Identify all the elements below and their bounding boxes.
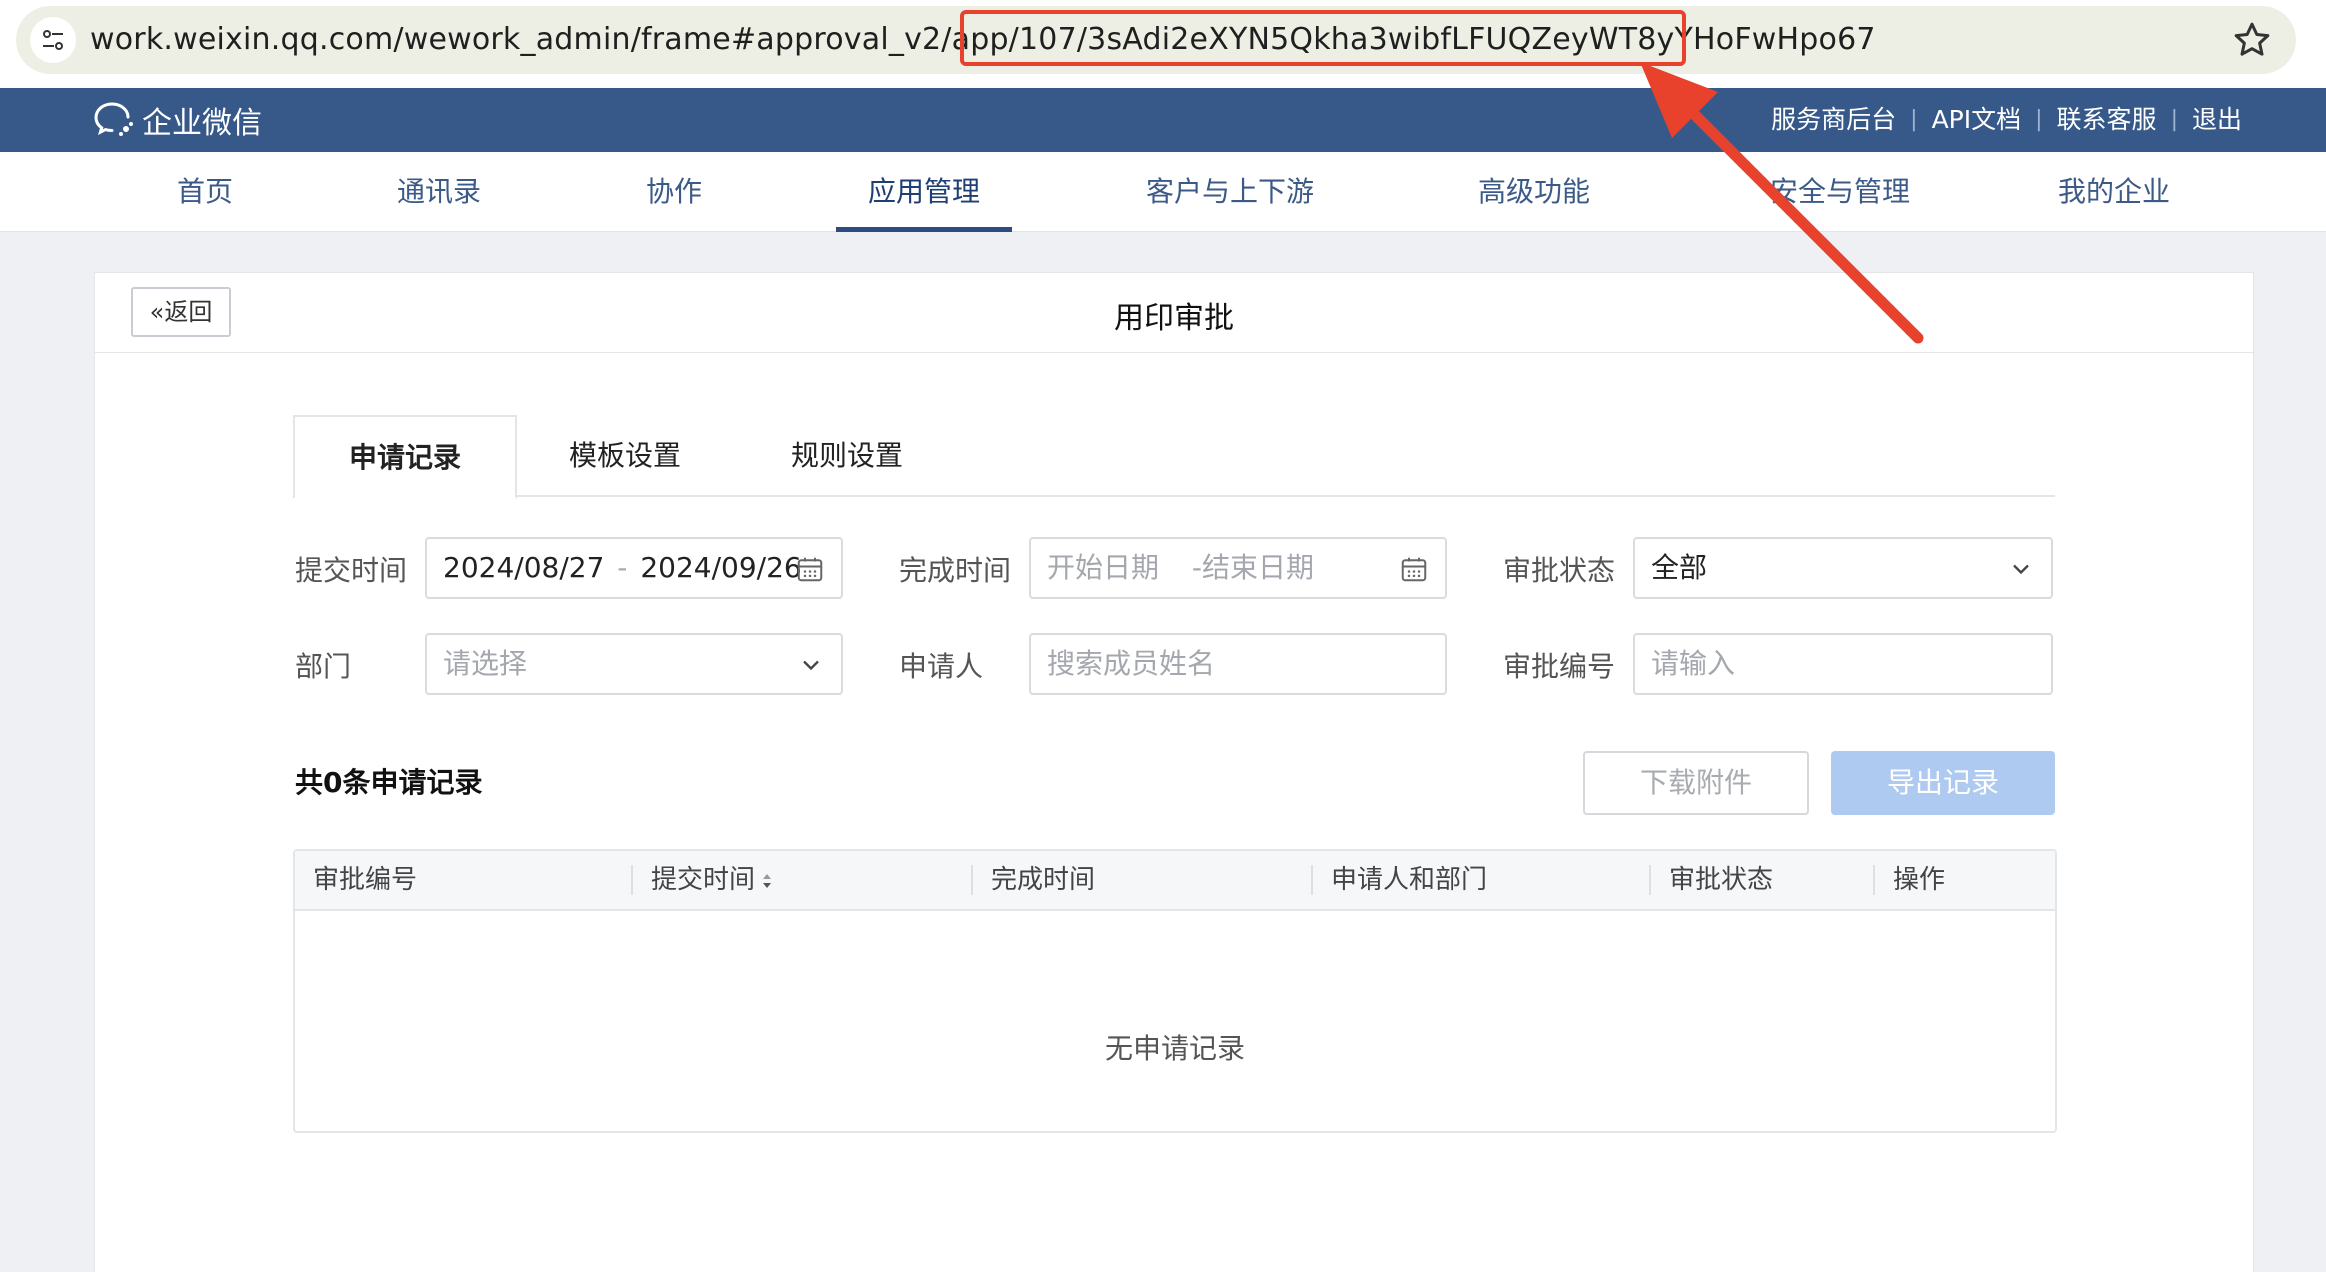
- nav-home[interactable]: 首页: [150, 152, 260, 232]
- nav-app-management[interactable]: 应用管理: [836, 152, 1012, 232]
- site-settings-icon[interactable]: [30, 17, 76, 63]
- submit-start-date: 2024/08/27: [443, 551, 605, 584]
- link-service-provider[interactable]: 服务商后台: [1757, 102, 1910, 138]
- header-separator: |: [2035, 107, 2043, 132]
- finish-start-placeholder: 开始日期: [1047, 551, 1160, 584]
- sort-icon[interactable]: [761, 871, 773, 891]
- nav-collaboration[interactable]: 协作: [624, 152, 724, 232]
- records-table: 审批编号 提交时间 完成时间 申请人和部门 审批状态 操作 无申请记录: [293, 849, 2057, 1133]
- url-prefix: work.weixin.qq.com/wework_admin/frame#ap…: [90, 22, 1088, 57]
- header-separator: |: [2170, 107, 2178, 132]
- nav-advanced[interactable]: 高级功能: [1464, 152, 1604, 232]
- approval-number-input[interactable]: 请输入: [1633, 633, 2053, 695]
- nav-customers[interactable]: 客户与上下游: [1140, 152, 1320, 232]
- top-header: 企业微信 服务商后台 | API文档 | 联系客服 | 退出: [0, 88, 2326, 152]
- download-attachments-button[interactable]: 下载附件: [1583, 751, 1809, 815]
- tab-records[interactable]: 申请记录: [293, 415, 517, 499]
- status-label: 审批状态: [1503, 554, 1616, 587]
- submit-time-label: 提交时间: [295, 554, 408, 587]
- tab-rules[interactable]: 规则设置: [747, 415, 947, 497]
- empty-state-text: 无申请记录: [1104, 1032, 1245, 1065]
- header-links: 服务商后台 | API文档 | 联系客服 | 退出: [1757, 102, 2256, 138]
- applicant-label: 申请人: [899, 650, 984, 683]
- col-status: 审批状态: [1669, 865, 1774, 895]
- nav-my-enterprise[interactable]: 我的企业: [2054, 152, 2174, 232]
- department-select[interactable]: 请选择: [425, 633, 843, 695]
- logo-text: 企业微信: [142, 106, 262, 141]
- date-range-separator: -: [617, 551, 628, 584]
- wecom-logo[interactable]: 企业微信: [92, 98, 262, 142]
- nav-security[interactable]: 安全与管理: [1750, 152, 1930, 232]
- record-count: 共0条申请记录: [295, 766, 483, 799]
- calendar-icon: [1401, 557, 1427, 582]
- address-bar[interactable]: work.weixin.qq.com/wework_admin/frame#ap…: [16, 6, 2296, 74]
- date-range-separator: -: [1191, 551, 1203, 584]
- tab-bar: 申请记录 模板设置 规则设置: [293, 415, 2055, 499]
- col-applicant-dept: 申请人和部门: [1331, 865, 1488, 895]
- col-submit-time-label: 提交时间: [651, 865, 756, 895]
- finish-time-range[interactable]: 开始日期 -结束日期: [1029, 537, 1447, 599]
- submit-end-date: 2024/09/26: [640, 551, 802, 584]
- main-nav: 首页 通讯录 协作 应用管理 客户与上下游 高级功能 安全与管理 我的企业: [0, 152, 2326, 232]
- calendar-icon: [797, 557, 823, 582]
- chevron-down-icon: [2013, 564, 2029, 575]
- url-highlight-box: [960, 10, 1686, 66]
- table-header: 审批编号 提交时间 完成时间 申请人和部门 审批状态 操作: [295, 851, 2055, 911]
- chevron-down-icon: [803, 660, 819, 671]
- department-label: 部门: [295, 650, 352, 683]
- link-logout[interactable]: 退出: [2178, 102, 2256, 138]
- tab-templates[interactable]: 模板设置: [525, 415, 725, 497]
- header-separator: |: [1910, 107, 1918, 132]
- finish-time-label: 完成时间: [899, 554, 1012, 587]
- col-finish-time: 完成时间: [991, 865, 1096, 895]
- export-records-button[interactable]: 导出记录: [1831, 751, 2055, 815]
- applicant-placeholder: 搜索成员姓名: [1047, 647, 1216, 680]
- status-value: 全部: [1651, 551, 1708, 584]
- col-approval-number: 审批编号: [313, 865, 418, 895]
- col-submit-time[interactable]: 提交时间: [633, 851, 773, 909]
- page-title: 用印审批: [1114, 301, 1234, 336]
- nav-contacts[interactable]: 通讯录: [384, 152, 494, 232]
- approval-card: «返回 用印审批 申请记录 模板设置 规则设置 提交时间 2024/08/27 …: [94, 272, 2254, 1272]
- applicant-search-input[interactable]: 搜索成员姓名: [1029, 633, 1447, 695]
- col-actions: 操作: [1893, 865, 1946, 895]
- browser-toolbar: work.weixin.qq.com/wework_admin/frame#ap…: [0, 0, 2326, 88]
- card-header: «返回 用印审批: [95, 273, 2253, 353]
- bookmark-star-icon[interactable]: [2232, 20, 2272, 60]
- link-api-docs[interactable]: API文档: [1918, 102, 2036, 138]
- department-placeholder: 请选择: [443, 647, 528, 680]
- link-contact-support[interactable]: 联系客服: [2043, 102, 2171, 138]
- submit-time-range[interactable]: 2024/08/27 - 2024/09/26: [425, 537, 843, 599]
- approval-number-placeholder: 请输入: [1651, 647, 1736, 680]
- finish-end-placeholder: 结束日期: [1202, 551, 1315, 584]
- approval-number-label: 审批编号: [1503, 650, 1616, 683]
- wecom-logo-icon: [94, 102, 133, 136]
- status-select[interactable]: 全部: [1633, 537, 2053, 599]
